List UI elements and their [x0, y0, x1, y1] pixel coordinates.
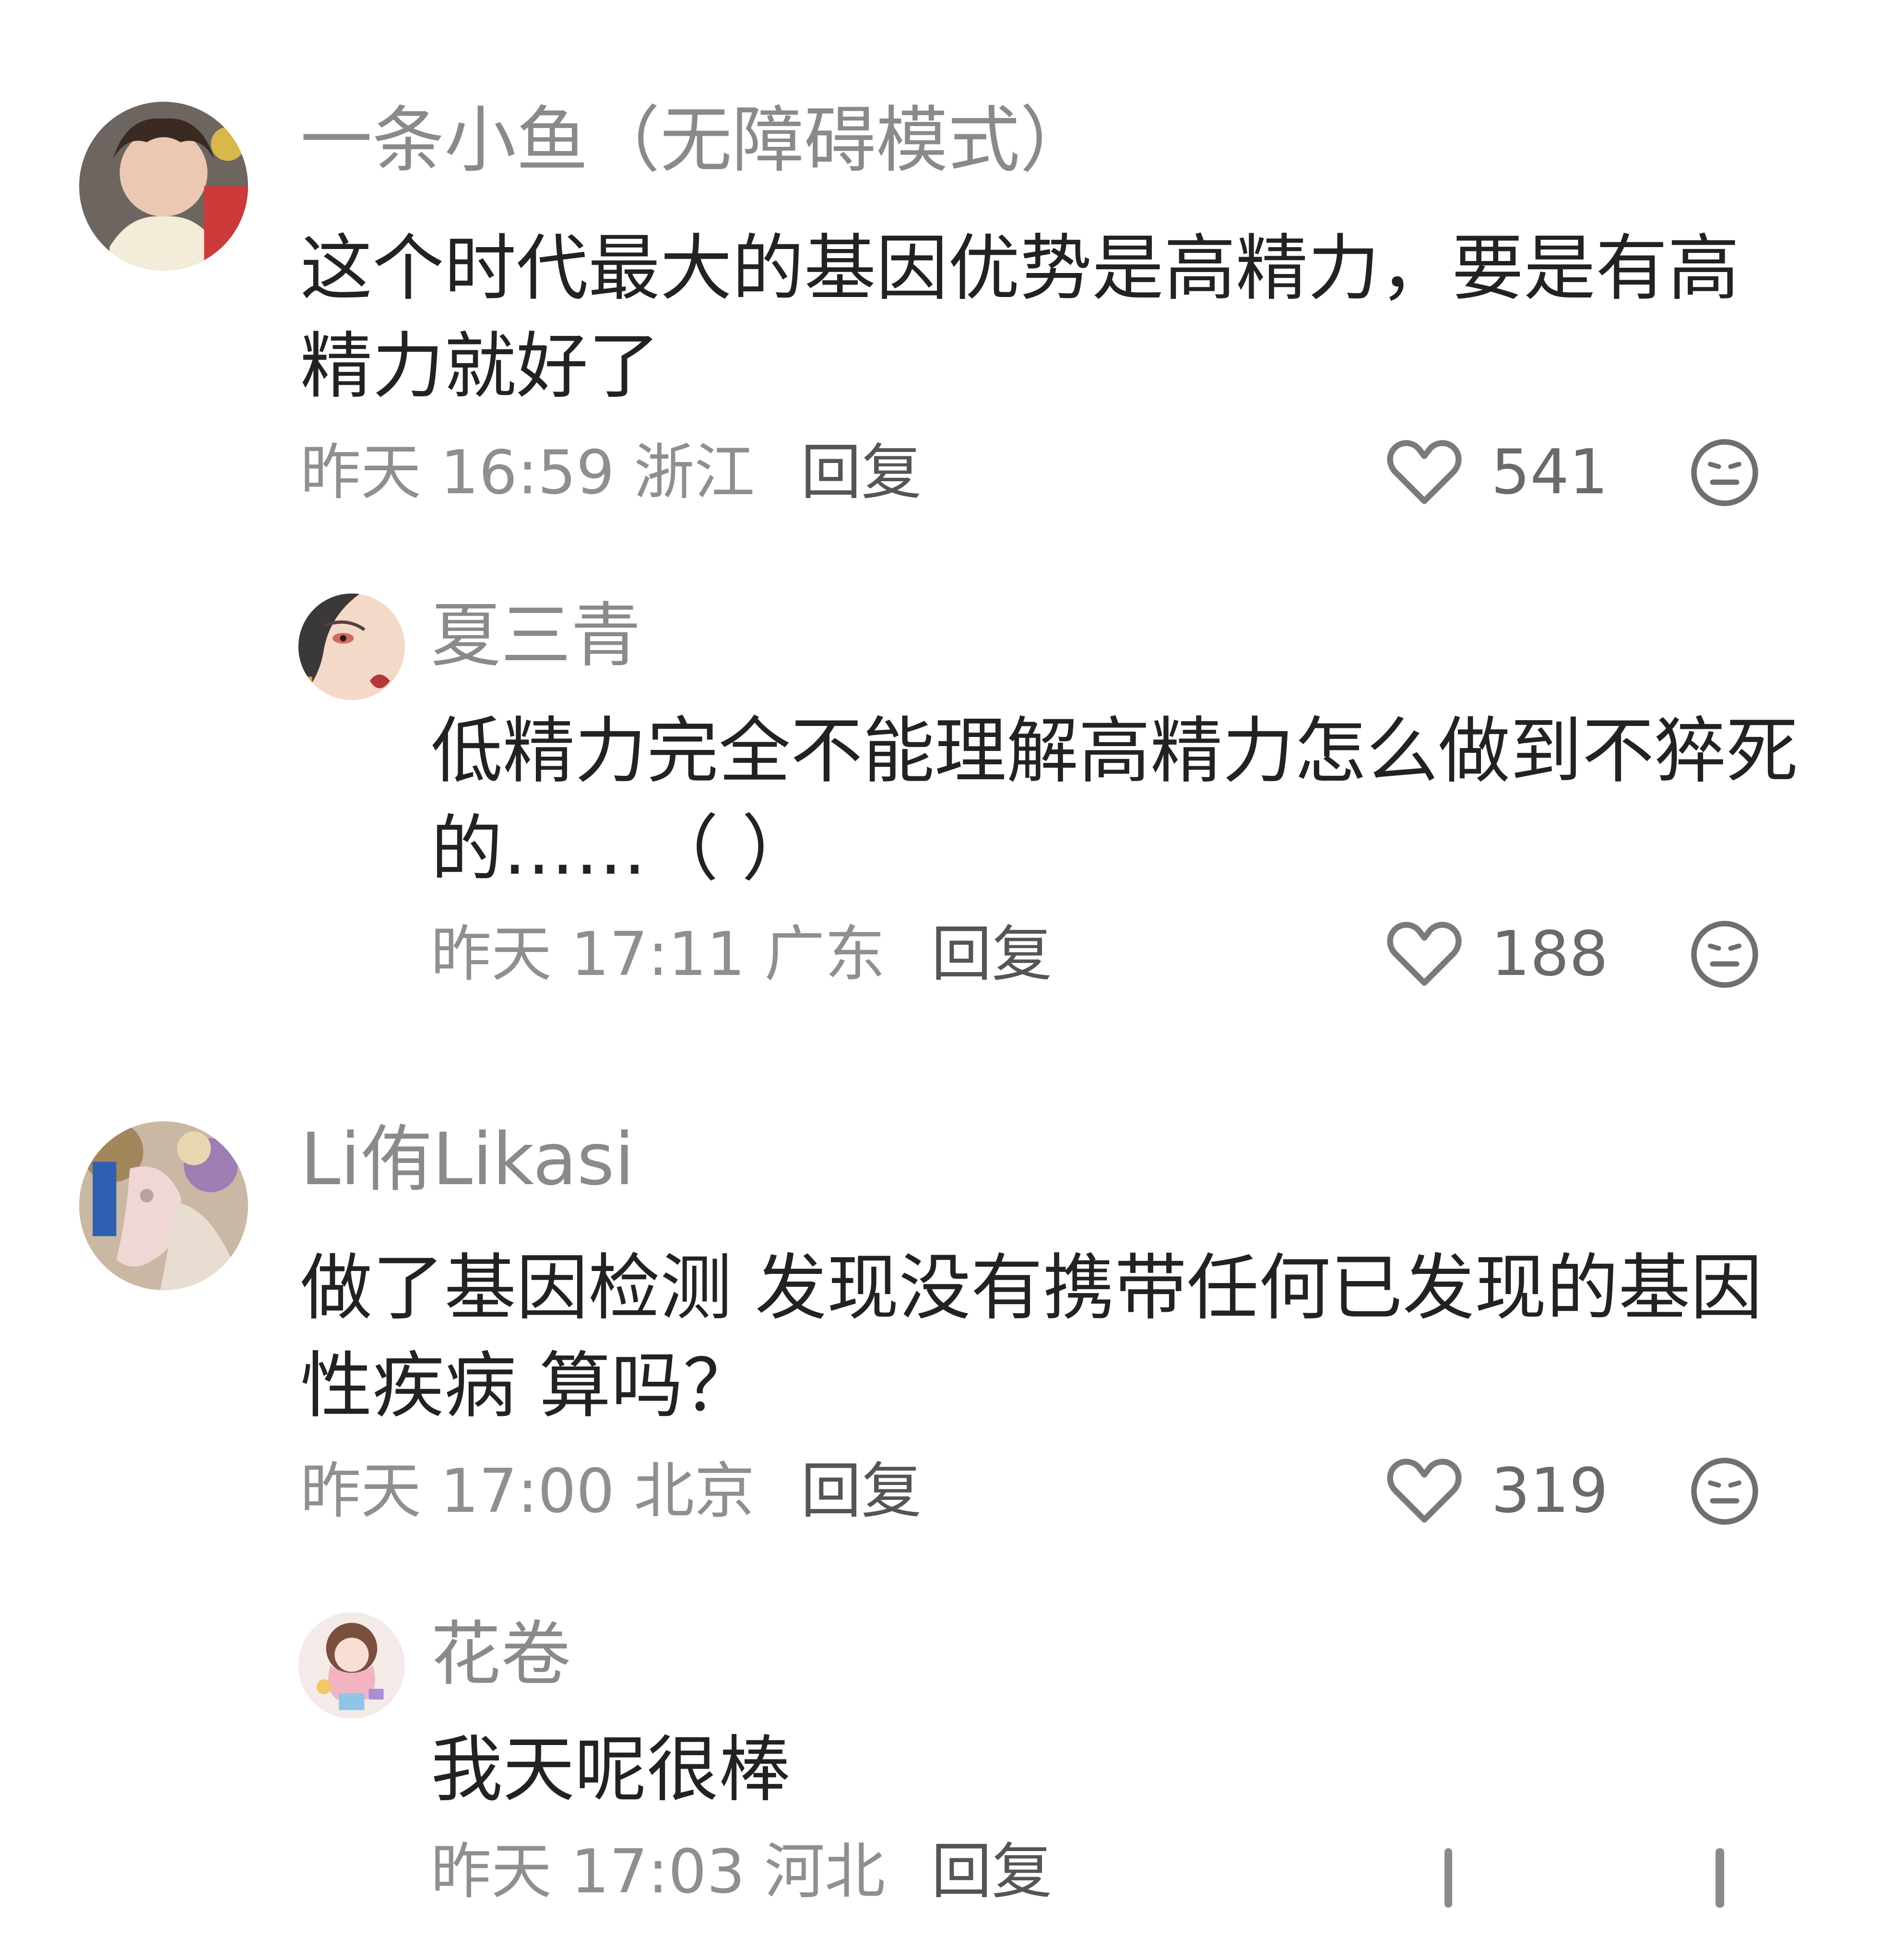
avatar[interactable]: [298, 1612, 405, 1719]
username[interactable]: Li侑Likasi: [300, 1124, 634, 1196]
username[interactable]: 夏三青: [431, 601, 641, 671]
heart-outline-icon: [1387, 440, 1462, 504]
like-count: 188: [1491, 918, 1609, 990]
comment-time: 昨天 17:11: [431, 919, 746, 989]
meta-info: 昨天 17:00 北京 回复: [300, 1455, 922, 1527]
heart-outline-icon: [1387, 1459, 1462, 1523]
comment-time: 昨天 16:59: [300, 437, 615, 508]
comment-location: 广东: [764, 919, 886, 989]
meta-info: 昨天 16:59 浙江 回复: [300, 437, 922, 509]
like-count: 319: [1491, 1455, 1609, 1527]
like-count: 541: [1491, 437, 1609, 508]
comment-meta: 昨天 17:00 北京 回复 319: [300, 1455, 1882, 1527]
comment-location: 河北: [764, 1836, 886, 1907]
meta-info: 昨天 17:11 广东 回复: [431, 918, 1052, 990]
comment-time: 昨天 17:00: [300, 1456, 615, 1526]
comment-location: 浙江: [634, 437, 755, 508]
username[interactable]: 一条小鱼（无障碍模式）: [300, 105, 1092, 177]
comment-text: 低精力完全不能理解高精力怎么做到不猝死的……（ ）: [431, 710, 1799, 891]
comment-meta: 昨天 16:59 浙江 回复 541: [300, 437, 1882, 509]
reply-button[interactable]: 回复: [931, 1836, 1052, 1907]
neutral-face-icon[interactable]: [1689, 918, 1761, 990]
heart-outline-icon: [1387, 922, 1462, 986]
comment-meta: 昨天 17:03 河北 回复: [431, 1836, 1882, 1908]
neutral-face-icon[interactable]: [1689, 437, 1761, 509]
comment-text: 做了基因检测 发现没有携带任何已发现的基因性疾病 算吗？: [300, 1247, 1763, 1428]
neutral-face-icon[interactable]: [1689, 1455, 1761, 1527]
partial-icon: [1444, 1848, 1452, 1908]
comment-meta: 昨天 17:11 广东 回复 188: [431, 918, 1882, 990]
avatar[interactable]: [298, 594, 405, 700]
avatar[interactable]: [79, 1121, 248, 1290]
comment-text: 我天呢很棒: [431, 1728, 791, 1812]
avatar[interactable]: [79, 102, 248, 271]
comment-location: 北京: [634, 1456, 755, 1526]
reply-button[interactable]: 回复: [801, 437, 922, 508]
meta-info: 昨天 17:03 河北 回复: [431, 1836, 1052, 1908]
username[interactable]: 花卷: [431, 1619, 571, 1689]
comment-text: 这个时代最大的基因优势是高精力，要是有高精力就好了: [300, 227, 1740, 408]
partial-icon: [1716, 1848, 1724, 1908]
reply-button[interactable]: 回复: [931, 919, 1052, 989]
comment-time: 昨天 17:03: [431, 1836, 746, 1907]
reply-button[interactable]: 回复: [801, 1456, 922, 1526]
